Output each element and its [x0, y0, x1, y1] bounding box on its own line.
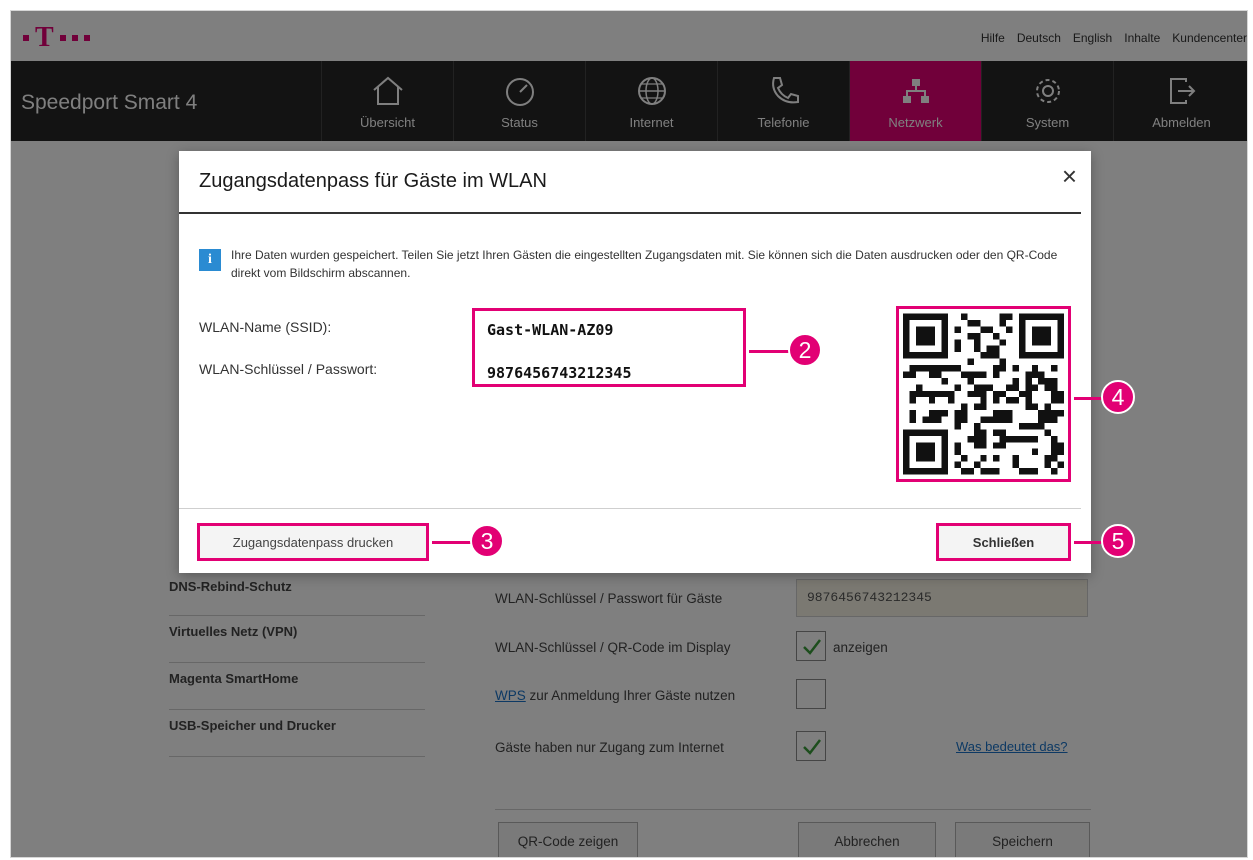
qr-code-image [903, 313, 1064, 475]
password-value: 9876456743212345 [487, 364, 632, 382]
info-icon: i [199, 249, 221, 271]
close-icon[interactable]: × [1062, 163, 1077, 189]
speedport-page: T Hilfe Deutsch English Inhalte Kundence… [10, 10, 1248, 858]
title-divider [179, 212, 1081, 214]
callout-line-2 [749, 350, 789, 353]
callout-line-5 [1074, 541, 1104, 544]
callout-badge-4: 4 [1101, 380, 1135, 414]
print-credentials-button[interactable]: Zugangsdatenpass drucken [197, 523, 429, 561]
info-message: i Ihre Daten wurden gespeichert. Teilen … [199, 246, 1059, 282]
footer-divider [179, 508, 1081, 509]
password-label: WLAN-Schlüssel / Passwort: [199, 361, 378, 377]
ssid-label: WLAN-Name (SSID): [199, 319, 332, 335]
close-button[interactable]: Schließen [936, 523, 1071, 561]
callout-line-3 [432, 541, 472, 544]
guest-credentials-dialog: Zugangsdatenpass für Gäste im WLAN × i I… [179, 151, 1091, 573]
callout-badge-2: 2 [788, 333, 822, 367]
callout-badge-3: 3 [470, 524, 504, 558]
ssid-value: Gast-WLAN-AZ09 [487, 321, 614, 339]
callout-line-4 [1074, 397, 1104, 400]
callout-badge-5: 5 [1101, 524, 1135, 558]
credentials-highlight: Gast-WLAN-AZ09 9876456743212345 [472, 308, 746, 387]
info-text: Ihre Daten wurden gespeichert. Teilen Si… [231, 248, 1058, 280]
qr-code [896, 306, 1071, 482]
dialog-title: Zugangsdatenpass für Gäste im WLAN [199, 170, 547, 192]
